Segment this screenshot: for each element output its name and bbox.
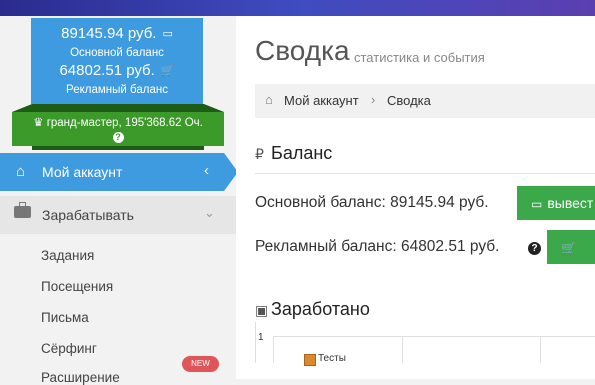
sidebar: 89145.94 руб. ▭ Основной баланс 64802.51 … bbox=[0, 16, 238, 379]
help-icon[interactable]: ? bbox=[112, 132, 124, 143]
main-balance-label: Основной баланс bbox=[70, 47, 164, 59]
main-balance-row: 89145.94 руб. ▭ bbox=[31, 25, 203, 43]
balance-widget: 89145.94 руб. ▭ Основной баланс 64802.51 … bbox=[31, 18, 203, 104]
ad-balance-row: 64802.51 руб. 🛒 bbox=[31, 62, 203, 80]
legend-swatch bbox=[304, 354, 316, 366]
rank-ribbon-top bbox=[12, 104, 224, 112]
breadcrumb-my-account[interactable]: Мой аккаунт bbox=[284, 93, 359, 108]
page-subtitle: статистика и события bbox=[354, 50, 485, 65]
sidebar-sub-letters[interactable]: Письма bbox=[41, 310, 89, 325]
balance-heading: ₽ Баланс bbox=[255, 143, 333, 163]
sidebar-sub-visits[interactable]: Посещения bbox=[41, 279, 113, 294]
sidebar-sub-tasks[interactable]: Задания bbox=[41, 248, 94, 263]
chevron-left-icon: ‹ bbox=[204, 162, 209, 179]
cart-icon: 🛒 bbox=[160, 65, 175, 77]
breadcrumb-summary: Сводка bbox=[387, 93, 431, 108]
legend-label: Тесты bbox=[318, 353, 346, 364]
breadcrumb-separator: › bbox=[371, 92, 376, 107]
main-balance-amount: 89145.94 руб. bbox=[61, 25, 157, 42]
top-bar bbox=[0, 0, 595, 16]
rank-ribbon: ♛ гранд-мастер, 195'368.62 Оч. ? bbox=[12, 104, 224, 158]
help-icon[interactable]: ? bbox=[528, 242, 541, 255]
page-title: Сводка bbox=[255, 35, 350, 66]
money-icon: ▭ bbox=[162, 28, 173, 40]
rank-ribbon-bottom bbox=[32, 146, 204, 150]
ad-balance-line: Рекламный баланс: 64802.51 руб. bbox=[255, 238, 500, 255]
divider bbox=[255, 173, 595, 174]
rank-text: гранд-мастер, 195'368.62 Оч. bbox=[46, 117, 203, 129]
ruble-icon: ₽ bbox=[255, 146, 264, 162]
y-tick-label: 1 bbox=[258, 332, 264, 343]
sidebar-item-label: Зарабатывать bbox=[42, 207, 134, 223]
ad-balance-amount: 64802.51 руб. bbox=[59, 62, 155, 79]
chevron-down-icon: ⌄ bbox=[204, 205, 215, 220]
sidebar-item-label: Мой аккаунт bbox=[42, 164, 123, 180]
rank-box: ♛ гранд-мастер, 195'368.62 Оч. ? bbox=[12, 112, 224, 146]
sidebar-sub-surfing[interactable]: Сёрфинг bbox=[41, 341, 97, 356]
withdraw-button[interactable]: ▭ вывест bbox=[517, 186, 595, 220]
main-balance-line: Основной баланс: 89145.94 руб. bbox=[255, 194, 489, 211]
grid-line bbox=[273, 336, 274, 363]
grid-line bbox=[273, 336, 595, 337]
sidebar-item-earn[interactable]: Зарабатывать ⌄ bbox=[0, 196, 236, 234]
earned-heading: ▣ Заработано bbox=[255, 299, 370, 319]
crown-icon: ♛ bbox=[33, 117, 44, 129]
grid-line bbox=[402, 336, 403, 363]
breadcrumb: ⌂ Мой аккаунт › Сводка bbox=[255, 84, 595, 118]
briefcase-icon: ▣ bbox=[255, 302, 269, 318]
money-icon: ▭ bbox=[531, 197, 543, 211]
new-badge: NEW bbox=[182, 356, 219, 372]
briefcase-icon bbox=[14, 202, 31, 218]
sidebar-sub-extension[interactable]: Расширение bbox=[41, 370, 120, 385]
grid-line bbox=[540, 336, 541, 363]
topup-button[interactable]: 🛒по bbox=[547, 230, 595, 290]
cart-icon: 🛒 bbox=[561, 241, 576, 255]
home-icon: ⌂ bbox=[265, 92, 273, 107]
home-icon: ⌂ bbox=[16, 163, 26, 180]
sidebar-item-my-account[interactable]: ⌂ Мой аккаунт ‹ bbox=[0, 153, 238, 191]
ad-balance-label: Рекламный баланс bbox=[66, 84, 168, 96]
